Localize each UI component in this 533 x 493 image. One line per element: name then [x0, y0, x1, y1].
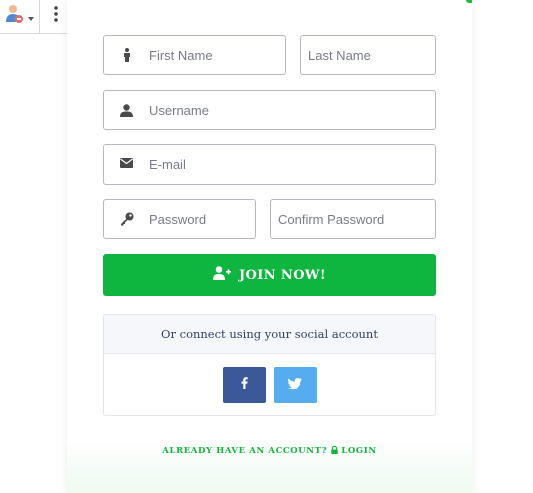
user-icon [104, 91, 149, 129]
first-name-placeholder: First Name [149, 47, 213, 63]
login-prompt: ALREADY HAVE AN ACCOUNT? LOGIN [67, 445, 472, 456]
login-link[interactable]: LOGIN [331, 445, 377, 456]
key-icon [104, 200, 149, 238]
lock-icon [331, 445, 342, 456]
corner-accent [466, 0, 472, 3]
vertical-dots-icon [53, 6, 58, 27]
username-field[interactable]: Username [103, 90, 436, 130]
twitter-icon [288, 376, 302, 394]
top-toolbar [0, 0, 72, 34]
join-now-label: JOIN NOW! [238, 267, 327, 283]
user-menu-button[interactable] [0, 0, 41, 34]
user-avatar-icon [5, 3, 25, 30]
facebook-button[interactable] [222, 367, 266, 403]
login-prompt-text: ALREADY HAVE AN ACCOUNT? [162, 446, 328, 456]
user-standing-icon [104, 36, 149, 74]
last-name-placeholder: Last Name [308, 47, 371, 63]
email-placeholder: E-mail [149, 157, 186, 172]
social-heading: Or connect using your social account [104, 315, 435, 354]
username-placeholder: Username [149, 102, 209, 118]
login-link-label: LOGIN [341, 446, 377, 456]
caret-down-icon [28, 8, 35, 26]
social-connect-panel: Or connect using your social account [103, 314, 436, 416]
facebook-icon [241, 376, 248, 394]
confirm-password-placeholder: Confirm Password [278, 211, 385, 227]
password-placeholder: Password [149, 211, 207, 227]
signup-card: First Name Last Name Username E-mail Pas… [67, 0, 472, 493]
password-field[interactable]: Password [103, 199, 256, 239]
last-name-field[interactable]: Last Name [300, 35, 436, 75]
user-plus-icon [212, 266, 231, 284]
twitter-button[interactable] [273, 367, 317, 403]
first-name-field[interactable]: First Name [103, 35, 286, 75]
envelope-icon [104, 145, 149, 184]
join-now-button[interactable]: JOIN NOW! [103, 254, 436, 296]
email-field[interactable]: E-mail [103, 144, 436, 185]
confirm-password-field[interactable]: Confirm Password [270, 199, 436, 239]
social-buttons [104, 367, 435, 403]
